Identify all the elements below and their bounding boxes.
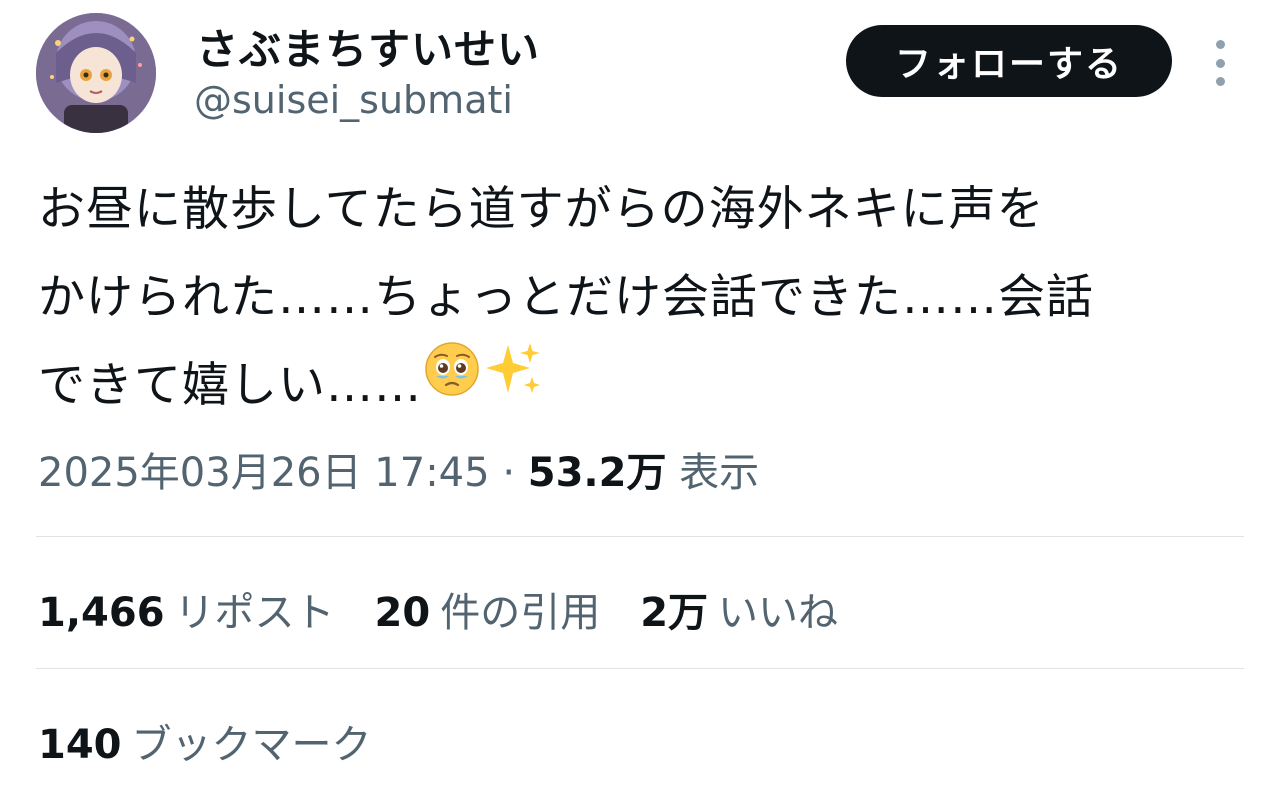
user-handle[interactable]: @suisei_submati	[194, 78, 513, 122]
reposts-stat[interactable]: 1,466 リポスト	[38, 580, 335, 638]
pleading-face-emoji	[422, 339, 482, 428]
likes-label: いいね	[718, 590, 839, 636]
tweet-text-line-3: できて嬉しい……	[38, 342, 1248, 430]
engagement-stats: 1,466 リポスト 20 件の引用 2万 いいね	[38, 580, 838, 638]
bookmarks-count: 140	[38, 722, 122, 768]
tweet-detail: さぶまちすいせい @suisei_submati フォローする お昼に散歩してた…	[0, 0, 1280, 794]
bookmarks-label: ブックマーク	[131, 722, 372, 768]
reposts-count: 1,466	[38, 590, 165, 636]
sparkles-emoji	[482, 339, 544, 428]
divider	[36, 668, 1244, 669]
meta-separator: ·	[502, 450, 516, 496]
likes-stat[interactable]: 2万 いいね	[640, 580, 838, 638]
quotes-stat[interactable]: 20 件の引用	[375, 580, 601, 638]
tweet-text-line: かけられた……ちょっとだけ会話できた……会話	[38, 270, 1094, 325]
avatar[interactable]	[36, 13, 156, 133]
tweet-text-line-content: できて嬉しい……	[38, 358, 422, 413]
quotes-count: 20	[374, 590, 431, 636]
reposts-label: リポスト	[174, 590, 335, 636]
more-options-icon[interactable]	[1207, 40, 1233, 86]
more-dot	[1215, 40, 1225, 49]
views-label: 表示	[679, 450, 760, 496]
quotes-label: 件の引用	[440, 590, 601, 636]
divider	[36, 536, 1244, 537]
avatar-illustration	[36, 13, 156, 133]
display-name[interactable]: さぶまちすいせい	[196, 16, 540, 77]
follow-button[interactable]: フォローする	[846, 25, 1172, 97]
likes-count: 2万	[640, 590, 709, 636]
more-dot	[1215, 58, 1225, 68]
bookmarks-stat[interactable]: 140 ブックマーク	[38, 712, 372, 770]
views-count: 53.2万	[527, 450, 667, 496]
more-dot	[1215, 77, 1225, 86]
tweet-meta: 2025年03月26日 17:45 · 53.2万 表示	[38, 440, 759, 498]
tweet-text-line: お昼に散歩してたら道すがらの海外ネキに声を	[38, 182, 1045, 237]
timestamp[interactable]: 2025年03月26日 17:45	[38, 450, 490, 496]
tweet-text: お昼に散歩してたら道すがらの海外ネキに声を かけられた……ちょっとだけ会話できた…	[38, 166, 1248, 430]
